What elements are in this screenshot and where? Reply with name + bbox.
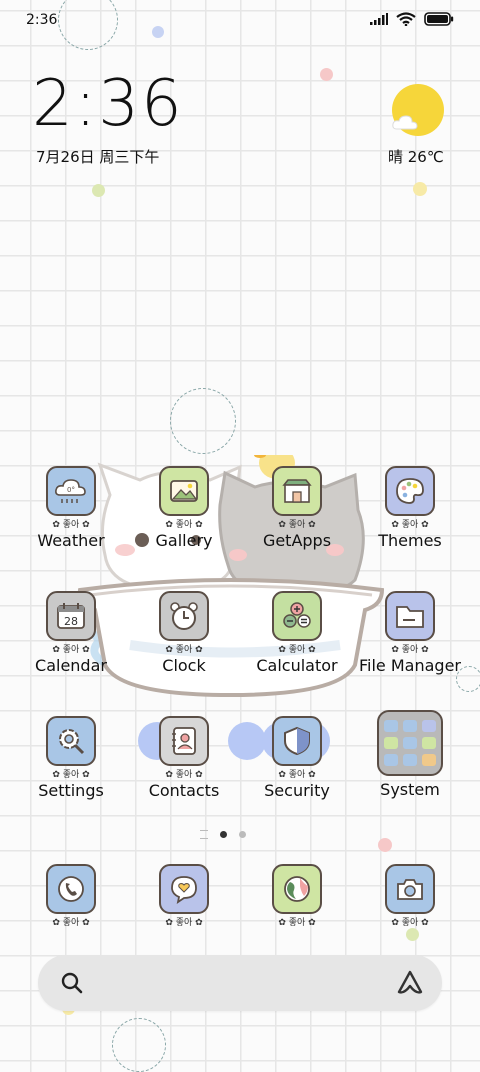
- gear-icon: [46, 716, 96, 766]
- app-calculator[interactable]: ✿ 좋아 ✿ Calculator: [241, 591, 353, 675]
- page-dot[interactable]: [239, 831, 246, 838]
- status-bar-time: 2:36: [26, 12, 58, 28]
- browser-globe-icon: [272, 864, 322, 914]
- dock-browser[interactable]: ✿ 좋아 ✿: [241, 864, 353, 928]
- app-label: Contacts: [148, 781, 220, 800]
- dock-camera[interactable]: ✿ 좋아 ✿: [354, 864, 466, 928]
- home-list-icon: [200, 830, 208, 839]
- gallery-icon: [159, 466, 209, 516]
- battery-icon: [424, 12, 454, 26]
- icon-tag: ✿ 좋아 ✿: [165, 770, 203, 780]
- folder-icon: [385, 591, 435, 641]
- dock-phone[interactable]: ✿ 좋아 ✿: [15, 864, 127, 928]
- page-dot-active[interactable]: [220, 831, 227, 838]
- icon-tag: ✿ 좋아 ✿: [52, 645, 90, 655]
- app-file-manager[interactable]: ✿ 좋아 ✿ File Manager: [354, 591, 466, 675]
- status-bar-icons: [370, 12, 454, 26]
- app-label: File Manager: [359, 656, 461, 675]
- decorative-ring: [58, 0, 118, 50]
- dock-messages[interactable]: ✿ 좋아 ✿: [128, 864, 240, 928]
- app-label: Weather: [37, 531, 105, 550]
- weather-cloud-icon: 0°: [46, 466, 96, 516]
- decorative-ring: [170, 388, 236, 454]
- app-weather[interactable]: 0° ✿ 좋아 ✿ Weather: [15, 466, 127, 550]
- decorative-dot: [378, 838, 392, 852]
- clock-widget-time[interactable]: 2:36: [32, 72, 184, 136]
- app-themes[interactable]: ✿ 좋아 ✿ Themes: [354, 466, 466, 550]
- calendar-icon: 28: [46, 591, 96, 641]
- app-calendar[interactable]: 28 ✿ 좋아 ✿ Calendar: [15, 591, 127, 675]
- app-label: Clock: [162, 656, 206, 675]
- icon-tag: ✿ 좋아 ✿: [52, 770, 90, 780]
- decorative-dot: [92, 184, 105, 197]
- icon-tag: ✿ 좋아 ✿: [52, 918, 90, 928]
- assistant-icon[interactable]: [396, 969, 424, 997]
- app-gallery[interactable]: ✿ 좋아 ✿ Gallery: [128, 466, 240, 550]
- app-clock[interactable]: ✿ 좋아 ✿ Clock: [128, 591, 240, 675]
- folder-grid-icon: [377, 710, 443, 776]
- weather-icon-degree: 0°: [67, 486, 75, 494]
- shield-icon: [272, 716, 322, 766]
- search-bar[interactable]: [38, 955, 442, 1011]
- alarm-clock-icon: [159, 591, 209, 641]
- decorative-dot: [320, 68, 333, 81]
- icon-tag: ✿ 좋아 ✿: [391, 918, 429, 928]
- app-label: System: [380, 780, 440, 799]
- message-heart-icon: [159, 864, 209, 914]
- palette-icon: [385, 466, 435, 516]
- app-security[interactable]: ✿ 좋아 ✿ Security: [241, 716, 353, 800]
- decorative-dot: [413, 182, 427, 196]
- calculator-icon: [272, 591, 322, 641]
- cloud-icon: [392, 115, 418, 130]
- icon-tag: ✿ 좋아 ✿: [278, 770, 316, 780]
- app-label: Security: [264, 781, 330, 800]
- camera-icon: [385, 864, 435, 914]
- clock-widget-date[interactable]: 7月26日 周三下午: [36, 146, 159, 167]
- icon-tag: ✿ 좋아 ✿: [52, 520, 90, 530]
- icon-tag: ✿ 좋아 ✿: [391, 645, 429, 655]
- icon-tag: ✿ 좋아 ✿: [278, 918, 316, 928]
- weather-widget-text[interactable]: 晴 26℃: [388, 146, 444, 167]
- decorative-ring: [112, 1018, 166, 1072]
- icon-tag: ✿ 좋아 ✿: [278, 645, 316, 655]
- icon-tag: ✿ 좋아 ✿: [278, 520, 316, 530]
- app-system-folder[interactable]: System: [354, 710, 466, 799]
- app-label: GetApps: [262, 531, 332, 550]
- app-label: Calendar: [35, 656, 107, 675]
- store-icon: [272, 466, 322, 516]
- decorative-dot: [152, 26, 164, 38]
- app-label: Themes: [378, 531, 442, 550]
- search-icon[interactable]: [60, 971, 84, 995]
- app-getapps[interactable]: ✿ 좋아 ✿ GetApps: [241, 466, 353, 550]
- app-label: Gallery: [155, 531, 213, 550]
- icon-tag: ✿ 좋아 ✿: [165, 645, 203, 655]
- icon-tag: ✿ 좋아 ✿: [165, 520, 203, 530]
- signal-icon: [370, 13, 388, 25]
- wifi-icon: [396, 12, 416, 26]
- app-settings[interactable]: ✿ 좋아 ✿ Settings: [15, 716, 127, 800]
- app-label: Calculator: [256, 656, 338, 675]
- icon-tag: ✿ 좋아 ✿: [165, 918, 203, 928]
- app-contacts[interactable]: ✿ 좋아 ✿ Contacts: [128, 716, 240, 800]
- calendar-icon-date: 28: [64, 615, 78, 628]
- app-label: Settings: [38, 781, 104, 800]
- icon-tag: ✿ 좋아 ✿: [391, 520, 429, 530]
- page-indicator[interactable]: [200, 830, 246, 839]
- decorative-dot: [406, 928, 419, 941]
- phone-icon: [46, 864, 96, 914]
- contacts-book-icon: [159, 716, 209, 766]
